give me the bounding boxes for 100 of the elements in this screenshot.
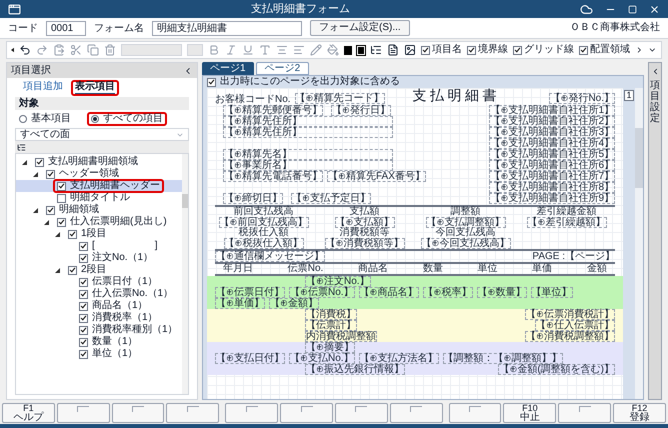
checkbox[interactable] [79,302,88,310]
function-key[interactable]: F10 中止 [503,403,556,423]
radio-button[interactable] [91,115,99,123]
paint-bucket-icon[interactable] [326,44,339,56]
form-label: 税抜仕入額 [238,228,288,238]
page-tab[interactable]: ページ1 [202,62,254,75]
copy-icon[interactable] [87,44,100,56]
border-color-icon[interactable] [356,46,365,54]
checkbox[interactable] [57,182,66,190]
font-size-field[interactable] [187,44,203,56]
panel-tab[interactable]: 表示項目 [75,82,115,94]
tree-row[interactable]: 消費税率（1） [16,312,182,324]
checkbox[interactable] [57,194,66,202]
maximize-icon[interactable] [628,4,637,14]
undo-icon[interactable] [19,44,32,56]
code-field[interactable]: 0001 [46,20,86,36]
checkbox[interactable] [79,290,88,298]
document-icon[interactable] [386,44,399,56]
form-field: 【⊕支払明細書自社住所3】 [489,127,615,138]
tree-label: [ ] [92,241,158,251]
scrollbar[interactable] [182,154,188,394]
page-marker: 1 [624,90,634,101]
fill-color-icon[interactable] [344,46,352,54]
expander-icon[interactable] [33,208,38,212]
cloud-icon[interactable] [580,2,593,16]
checkbox[interactable] [79,278,88,286]
form-field: 【調整額：【⊕調整額】】 [442,353,563,364]
tree-row[interactable]: 支払明細書ヘッダー [16,180,182,192]
close-icon[interactable] [649,4,660,14]
expander-icon[interactable] [55,232,60,236]
tree-row[interactable]: 数量（1） [16,336,182,348]
tree-row[interactable]: [ ] [16,240,182,252]
underline-icon[interactable] [242,44,254,56]
checkbox[interactable] [79,254,88,262]
form-field: 【⊕支払明細書自社住所1】 [489,105,615,116]
tree-row[interactable]: 伝票日付（1） [16,276,182,288]
scroll-left-icon[interactable] [11,47,14,53]
tree-row[interactable]: 2段目 [16,264,182,276]
function-key[interactable]: F12 登録 [613,403,666,423]
checkbox[interactable] [79,314,88,322]
checkbox[interactable] [79,242,88,250]
column-header: 商品名 [358,264,388,274]
form-name-field[interactable]: 明細支払明細書 [152,20,302,36]
align-left-icon[interactable] [292,44,305,56]
tree-row[interactable]: 仕入伝票明細(見出し) [16,216,182,228]
form-field: 【⊕精算先FAX番号】 [327,171,426,182]
checkbox[interactable] [79,350,88,358]
function-key[interactable]: F1 ヘルプ [2,403,55,423]
form-field: 【単位】 [530,287,573,298]
image-icon[interactable] [404,44,416,56]
paste-icon[interactable] [53,44,66,56]
radio-button[interactable] [19,115,27,123]
panel-tab[interactable]: 項目追加 [23,82,63,93]
form-field: 【⊕通信欄メッセージ】 [215,251,325,262]
tree-row[interactable]: 支払明細書明細領域 [16,156,182,168]
checkbox[interactable] [512,46,522,54]
checkbox[interactable] [46,170,55,178]
checkbox[interactable] [79,326,88,334]
tree-row[interactable]: 消費税率種別（1） [16,324,182,336]
checkbox[interactable] [68,230,77,238]
checkbox[interactable] [207,78,216,86]
page-tab[interactable]: ページ2 [256,62,310,75]
form-field: 【⊕支払予定日】 [291,193,371,204]
expander-icon[interactable] [55,268,60,272]
cut-icon[interactable] [70,44,82,56]
form-field: 【⊕摘要】 [305,342,355,353]
bold-icon[interactable] [208,44,220,56]
tree-row[interactable]: 注文No.（1） [16,252,182,264]
tree-row[interactable]: 単位（1） [16,348,182,360]
font-color-icon[interactable] [258,44,271,56]
form-field: 【⊕精算先住所】 [223,127,393,138]
tree-tool-icon[interactable] [17,142,26,152]
form-label: 消費税額等 [340,228,390,238]
checkbox[interactable] [46,206,55,214]
scrollbar[interactable] [635,88,643,399]
italic-icon[interactable] [224,44,237,56]
checkbox[interactable] [68,266,77,274]
checkbox[interactable] [79,338,88,346]
company-name: ＯＢＣ商事株式会社 [570,23,660,33]
expander-icon[interactable] [22,160,27,164]
expander-icon[interactable] [44,220,49,224]
redo-icon[interactable] [36,44,48,56]
form-settings-button[interactable]: フォーム設定(S)... [310,20,410,36]
layout-icon[interactable] [370,44,382,56]
tree-row[interactable]: 明細タイトル [16,192,182,204]
expander-icon[interactable] [33,172,38,176]
delete-icon[interactable] [104,44,116,56]
checkbox[interactable] [466,46,476,54]
align-center-icon[interactable] [276,44,288,56]
tree-row[interactable]: 1段目 [16,228,182,240]
tree-row[interactable]: 商品名（1） [16,300,182,312]
tree-row[interactable]: ヘッダー領域 [16,168,182,180]
checkbox[interactable] [420,46,430,54]
tree-row[interactable]: 明細領域 [16,204,182,216]
checkbox[interactable] [35,158,44,166]
checkbox[interactable] [57,218,66,226]
checkbox[interactable] [578,46,588,54]
key-name: F10 [522,404,538,413]
tree-row[interactable]: 仕入伝票No.（1） [16,288,182,300]
pencil-icon[interactable] [310,44,322,56]
